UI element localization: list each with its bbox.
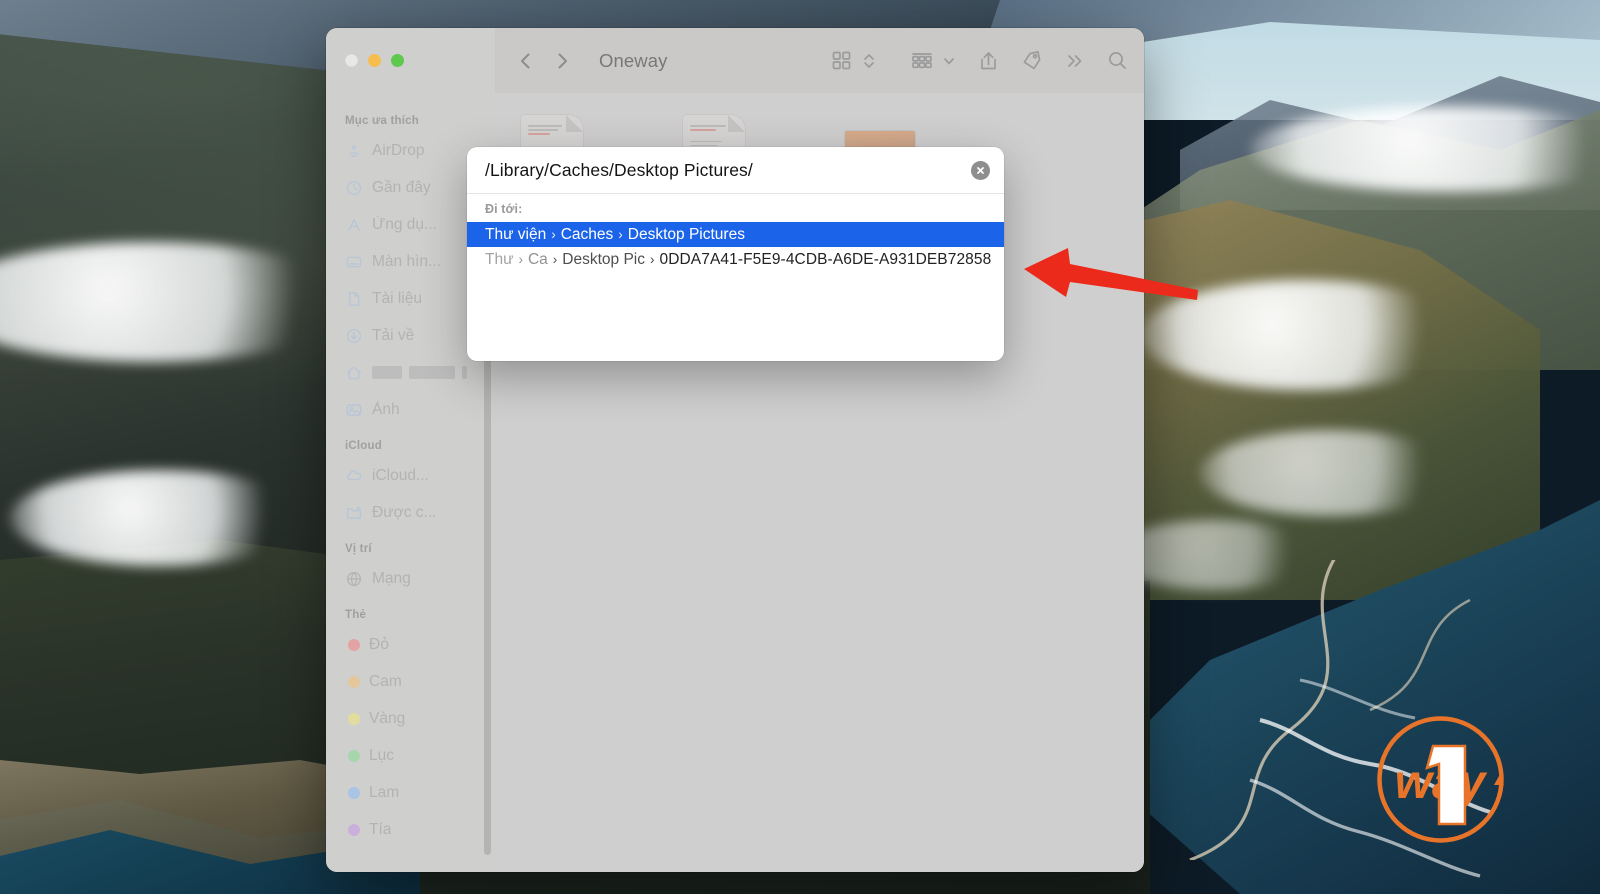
suggestion-list-label: Đi tới: xyxy=(485,202,523,216)
sidebar-section-header-locations: Vị trí xyxy=(345,543,372,555)
tag-dot-icon xyxy=(348,712,360,725)
sidebar-item-label: Tài liệu xyxy=(372,289,422,307)
sidebar-section-header-favorites: Mục ưa thích xyxy=(345,115,419,127)
sidebar-item-network[interactable]: Mạng xyxy=(326,560,495,597)
tag-dot-icon xyxy=(348,749,360,762)
red-arrow-annotation xyxy=(1020,238,1200,308)
tag-icon[interactable] xyxy=(1021,50,1043,72)
sidebar-item-label: Cam xyxy=(369,672,402,690)
applications-icon xyxy=(345,216,363,234)
path-field-row xyxy=(467,147,1004,194)
sidebar-item-icloud-drive[interactable]: iCloud... xyxy=(326,457,495,494)
airdrop-icon xyxy=(345,142,363,160)
path-segment: Caches xyxy=(560,225,614,243)
toolbar-actions xyxy=(831,50,1128,72)
sidebar-item-photos[interactable]: Ảnh xyxy=(326,391,495,428)
suggestion-list[interactable]: Đi tới: Thư viện › Caches › Desktop Pict… xyxy=(467,194,1004,361)
sidebar-tag-orange[interactable]: Cam xyxy=(326,663,495,700)
sidebar-item-label: Lục xyxy=(369,746,394,764)
back-button[interactable] xyxy=(515,50,537,72)
sidebar-item-label: Được c... xyxy=(372,503,437,521)
sidebar-item-label: Vàng xyxy=(369,709,406,727)
sidebar-item-label: Lam xyxy=(369,783,400,801)
sidebar-tag-purple[interactable]: Tía xyxy=(326,811,495,848)
sidebar-item-label: Mạng xyxy=(372,569,411,587)
traffic-lights xyxy=(326,28,495,93)
document-icon xyxy=(345,290,363,308)
go-to-folder-dialog[interactable]: Đi tới: Thư viện › Caches › Desktop Pict… xyxy=(467,147,1004,361)
sidebar-item-label-redacted xyxy=(372,366,467,379)
shared-folder-icon xyxy=(345,504,363,522)
path-segment: Desktop Pic xyxy=(562,250,645,268)
share-icon[interactable] xyxy=(978,50,999,72)
tag-dot-icon xyxy=(348,786,360,799)
brand-watermark-logo: way xyxy=(1373,712,1508,847)
sidebar-tag-blue[interactable]: Lam xyxy=(326,774,495,811)
sidebar-item-label: Ứng dụ... xyxy=(372,215,437,233)
sidebar-item-label: Tải về xyxy=(372,326,415,344)
sidebar-section-header-tags: Thẻ xyxy=(345,609,367,621)
path-separator-icon: › xyxy=(552,252,558,267)
suggestion-row-selected[interactable]: Thư viện › Caches › Desktop Pictures xyxy=(467,222,1004,247)
group-by-icon[interactable] xyxy=(910,50,934,72)
path-segment: Thư xyxy=(485,250,514,268)
sidebar-item-shared[interactable]: Được c... xyxy=(326,494,495,531)
desktop-icon xyxy=(345,253,363,271)
clock-icon xyxy=(345,179,363,197)
maximize-window-button[interactable] xyxy=(391,54,404,67)
path-separator-icon: › xyxy=(618,227,623,242)
sidebar-item-label: Gần đây xyxy=(372,178,431,196)
window-title: Oneway xyxy=(599,49,668,71)
minimize-window-button[interactable] xyxy=(368,54,381,67)
sidebar-section-header-icloud: iCloud xyxy=(345,440,382,452)
path-segment: Desktop Pictures xyxy=(627,225,745,243)
clear-circle-icon[interactable] xyxy=(971,160,990,180)
network-globe-icon xyxy=(345,570,363,588)
download-icon xyxy=(345,327,363,345)
sidebar-item-label: Đỏ xyxy=(369,635,389,653)
sidebar-item-home[interactable] xyxy=(326,354,495,391)
nav-buttons xyxy=(515,50,573,72)
cloud-icon xyxy=(345,467,363,485)
sidebar-item-label: Tía xyxy=(369,820,392,838)
finder-toolbar: Oneway xyxy=(495,28,1144,93)
path-segment: Ca xyxy=(527,250,548,268)
sidebar-item-label: AirDrop xyxy=(372,141,425,159)
path-segment-uuid: 0DDA7A41-F5E9-4CDB-A6DE-A931DEB72858 xyxy=(659,250,992,268)
window-titlebar: Oneway xyxy=(326,28,1144,93)
sidebar-tag-red[interactable]: Đỏ xyxy=(326,626,495,663)
home-icon xyxy=(345,364,363,382)
chevron-down-icon[interactable] xyxy=(942,54,956,68)
tag-dot-icon xyxy=(348,675,360,688)
search-icon[interactable] xyxy=(1107,50,1128,71)
tag-dot-icon xyxy=(348,638,360,651)
photos-icon xyxy=(345,401,363,419)
tag-dot-icon xyxy=(348,823,360,836)
sidebar-item-label: Ảnh xyxy=(372,400,400,418)
close-window-button[interactable] xyxy=(345,54,358,67)
sidebar-item-label: Màn hìn... xyxy=(372,252,441,270)
path-separator-icon: › xyxy=(551,227,556,242)
path-segment: Thư viện xyxy=(485,225,547,243)
sidebar-item-label: iCloud... xyxy=(372,466,429,484)
path-separator-icon: › xyxy=(518,252,523,267)
chevron-up-down-icon[interactable] xyxy=(862,50,876,72)
icon-view-grid-icon[interactable] xyxy=(831,50,852,71)
doc-text-lines xyxy=(528,125,573,141)
sidebar-tag-green[interactable]: Lục xyxy=(326,737,495,774)
path-input[interactable] xyxy=(485,159,963,181)
path-separator-icon: › xyxy=(650,252,655,267)
chevron-double-right-icon[interactable] xyxy=(1065,51,1085,71)
forward-button[interactable] xyxy=(551,50,573,72)
suggestion-row[interactable]: Thư › Ca › Desktop Pic › 0DDA7A41-F5E9-4… xyxy=(467,247,1004,272)
sidebar-tag-yellow[interactable]: Vàng xyxy=(326,700,495,737)
